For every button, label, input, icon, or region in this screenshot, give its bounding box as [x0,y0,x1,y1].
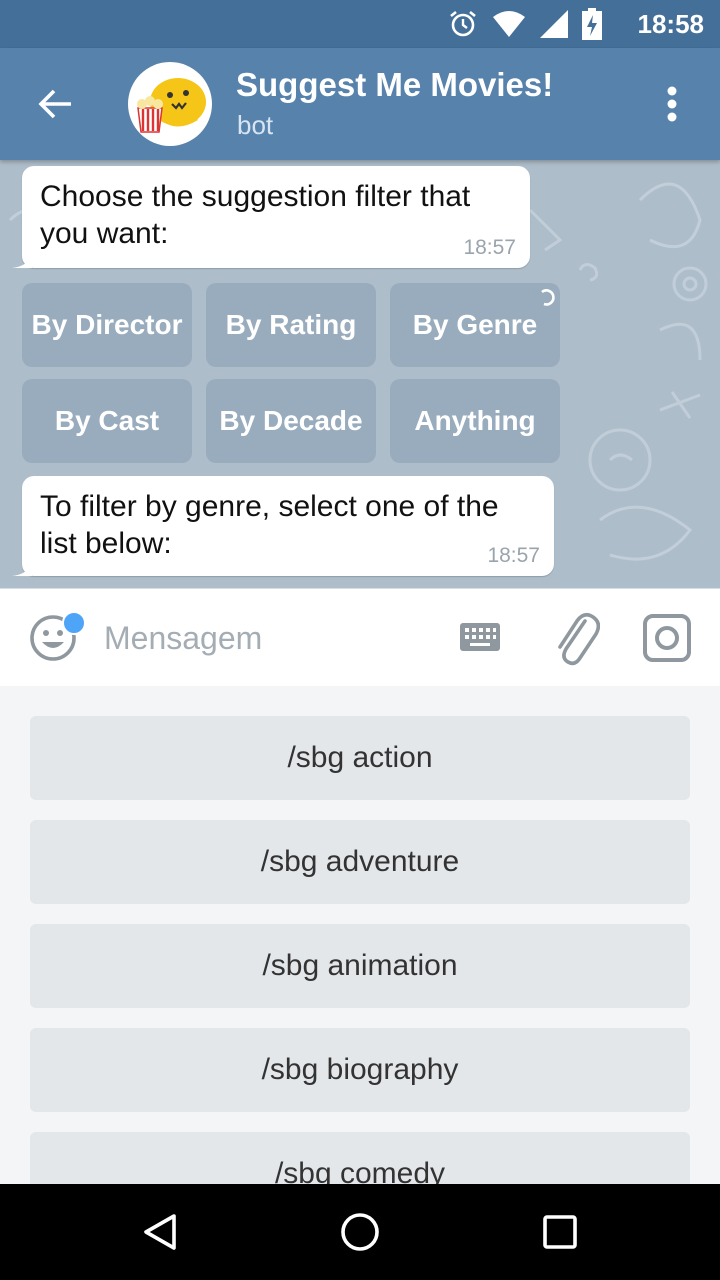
status-bar: 18:58 [0,0,720,48]
back-triangle-icon [144,1214,176,1250]
message-text-line: To filter by genre, select one of the [40,490,499,523]
camera-icon [643,614,691,662]
message-text-line: you want: [40,217,169,250]
unread-dot [62,611,86,635]
navigation-bar [0,1184,720,1280]
back-nav-button[interactable] [136,1208,184,1256]
more-vert-icon [667,86,677,122]
bubble-tail [12,252,32,268]
inline-button-by-cast[interactable]: By Cast [22,379,192,463]
reply-button-action[interactable]: /sbg action [30,716,690,800]
bot-keyboard-button[interactable] [458,615,502,659]
camera-button[interactable] [642,613,692,663]
message-time: 18:57 [463,236,516,259]
chat-area[interactable]: Choose the suggestion filter that you wa… [0,160,720,588]
chat-title[interactable]: Suggest Me Movies! [236,66,553,104]
attach-button[interactable] [552,603,601,669]
inline-button-label: By Genre [412,309,538,340]
message-text-line: list below: [40,527,172,560]
alarm-icon [450,10,476,37]
inline-button-by-rating[interactable]: By Rating [206,283,376,367]
chat-subtitle: bot [237,110,274,140]
reply-button-comedy[interactable]: /sbg comedy [30,1132,690,1184]
screen: 18:58 Suggest Me Movies! bot Choose the … [0,0,720,1280]
reply-button-adventure[interactable]: /sbg adventure [30,820,690,904]
keyboard-icon [460,623,500,651]
reply-button-animation[interactable]: /sbg animation [30,924,690,1008]
back-button[interactable] [24,80,86,128]
recents-square-icon [543,1215,577,1249]
signal-icon [540,10,568,38]
status-icons [448,8,602,40]
home-circle-icon [341,1213,379,1251]
paperclip-icon [558,612,601,666]
message-input-bar [0,588,720,687]
avatar[interactable] [128,62,212,146]
inline-button-by-director[interactable]: By Director [22,283,192,367]
message-bubble[interactable]: To filter by genre, select one of the li… [12,476,554,576]
message-input[interactable] [104,615,424,661]
inline-button-by-genre[interactable]: By Genre [390,283,560,367]
message-text-line: Choose the suggestion filter that [40,180,471,213]
message-bubble[interactable]: Choose the suggestion filter that you wa… [12,166,530,268]
wifi-icon [493,11,525,37]
inline-button-anything[interactable]: Anything [390,379,560,463]
reply-button-biography[interactable]: /sbg biography [30,1028,690,1112]
bubble-tail [12,560,32,576]
more-options-button[interactable] [654,82,690,126]
bot-avatar-icon [137,78,206,133]
bot-reply-keyboard: /sbg action /sbg adventure /sbg animatio… [0,686,720,1184]
arrow-left-icon [38,89,71,119]
message-time: 18:57 [487,544,540,567]
home-nav-button[interactable] [336,1208,384,1256]
loading-spinner-icon [541,289,555,306]
clock: 18:58 [637,9,705,39]
inline-button-by-decade[interactable]: By Decade [206,379,376,463]
toolbar: Suggest Me Movies! bot [0,48,720,160]
recents-nav-button[interactable] [536,1208,584,1256]
battery-charging-icon [582,8,602,40]
